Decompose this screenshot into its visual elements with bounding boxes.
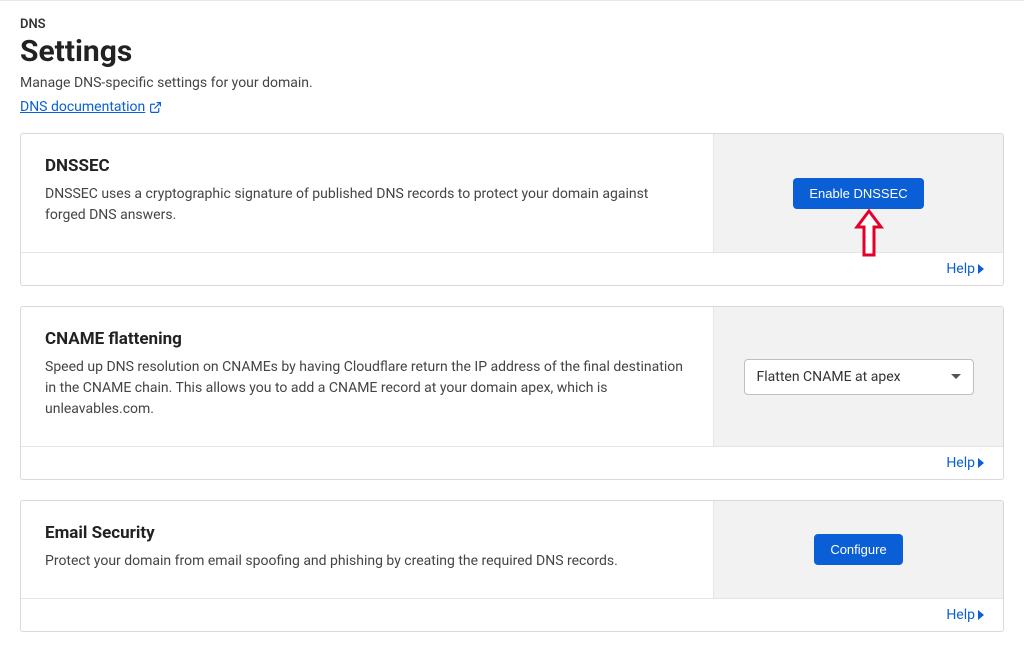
cname-help-link[interactable]: Help xyxy=(946,455,985,471)
dns-documentation-link-label: DNS documentation xyxy=(20,99,145,115)
email-card-title: Email Security xyxy=(45,523,689,543)
page-title: Settings xyxy=(20,34,1004,69)
caret-down-icon xyxy=(951,374,961,379)
cname-flattening-select[interactable]: Flatten CNAME at apex xyxy=(744,359,974,395)
cname-flattening-card: CNAME flattening Speed up DNS resolution… xyxy=(20,306,1004,480)
breadcrumb: DNS xyxy=(20,17,1004,32)
email-help-link[interactable]: Help xyxy=(946,607,985,623)
configure-email-security-button[interactable]: Configure xyxy=(814,534,902,565)
dnssec-card-title: DNSSEC xyxy=(45,156,689,176)
email-security-card: Email Security Protect your domain from … xyxy=(20,500,1004,632)
caret-right-icon xyxy=(977,610,985,620)
dnssec-help-link[interactable]: Help xyxy=(946,261,985,277)
caret-right-icon xyxy=(977,458,985,468)
cname-card-title: CNAME flattening xyxy=(45,329,689,349)
cname-card-description: Speed up DNS resolution on CNAMEs by hav… xyxy=(45,357,685,420)
dnssec-card-description: DNSSEC uses a cryptographic signature of… xyxy=(45,184,685,226)
cname-help-label: Help xyxy=(946,455,975,471)
email-help-label: Help xyxy=(946,607,975,623)
cname-flattening-select-value: Flatten CNAME at apex xyxy=(757,369,901,385)
dnssec-card: DNSSEC DNSSEC uses a cryptographic signa… xyxy=(20,133,1004,286)
email-card-description: Protect your domain from email spoofing … xyxy=(45,551,685,572)
external-link-icon xyxy=(149,101,162,114)
enable-dnssec-button[interactable]: Enable DNSSEC xyxy=(793,178,923,209)
caret-right-icon xyxy=(977,264,985,274)
dns-documentation-link[interactable]: DNS documentation xyxy=(20,99,162,115)
page-subtitle: Manage DNS-specific settings for your do… xyxy=(20,75,1004,91)
dnssec-help-label: Help xyxy=(946,261,975,277)
